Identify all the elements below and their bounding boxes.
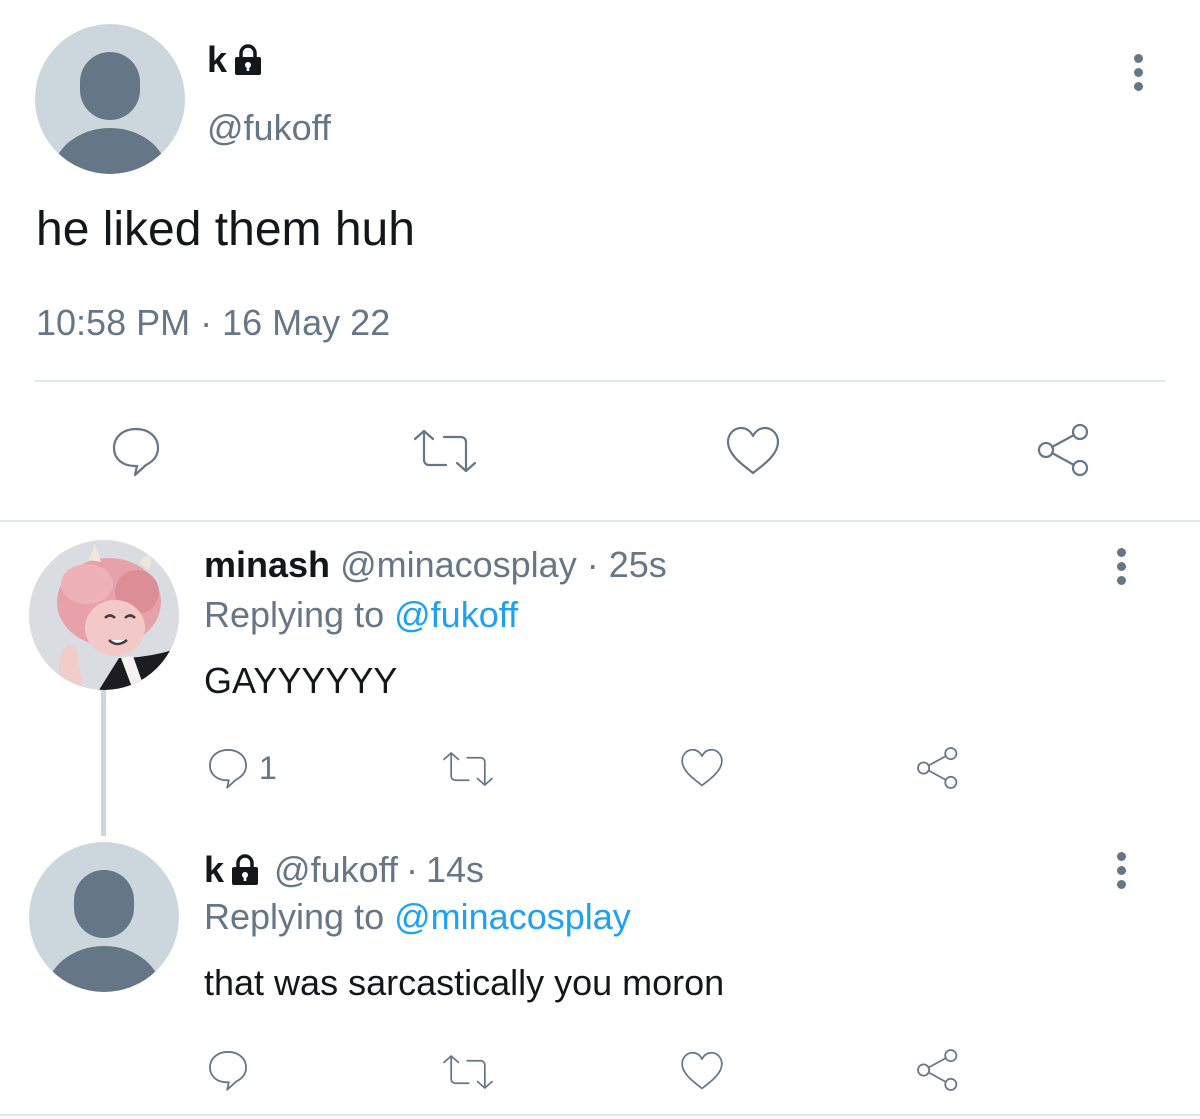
separator: · xyxy=(200,302,213,343)
display-name[interactable]: k xyxy=(204,849,224,891)
default-avatar-icon xyxy=(52,52,168,174)
retweet-icon[interactable] xyxy=(440,749,496,789)
lock-icon xyxy=(233,44,263,76)
display-name[interactable]: minash xyxy=(204,544,330,585)
replying-to-label: Replying to xyxy=(204,896,385,937)
tweet-date: 16 May 22 xyxy=(222,302,391,343)
replying-to-label: Replying to xyxy=(204,594,385,635)
reply-icon xyxy=(205,745,251,791)
divider xyxy=(35,380,1165,382)
retweet-icon[interactable] xyxy=(410,426,480,476)
username[interactable]: @fukoff xyxy=(207,108,331,148)
share-icon[interactable] xyxy=(914,744,962,792)
avatar[interactable] xyxy=(29,842,179,992)
share-icon[interactable] xyxy=(914,1046,962,1094)
reply-button[interactable]: 1 xyxy=(205,745,277,791)
more-options-button[interactable] xyxy=(1117,852,1126,890)
thread-line xyxy=(101,690,106,836)
tweet-text: he liked them huh xyxy=(36,203,415,256)
reply-icon[interactable] xyxy=(108,423,164,479)
section-divider xyxy=(0,520,1200,522)
anime-avatar-image xyxy=(29,540,179,690)
replying-to: Replying to @fukoff xyxy=(204,594,518,636)
share-icon[interactable] xyxy=(1034,420,1094,480)
reply-header: k @fukoff · 14s xyxy=(204,849,484,891)
reply-icon[interactable] xyxy=(205,1047,251,1093)
username[interactable]: @minacosplay xyxy=(340,544,577,585)
tweet-time: 10:58 PM xyxy=(36,302,191,343)
reply-timestamp[interactable]: 25s xyxy=(609,544,667,585)
tweet-text: GAYYYYYY xyxy=(204,660,398,701)
bottom-divider xyxy=(0,1114,1200,1116)
tweet-text: that was sarcastically you moron xyxy=(204,962,725,1003)
more-options-button[interactable] xyxy=(1117,548,1126,586)
replying-to: Replying to @minacosplay xyxy=(204,896,631,938)
username[interactable]: @fukoff xyxy=(274,849,398,891)
lock-icon xyxy=(230,854,260,886)
more-options-button[interactable] xyxy=(1134,54,1143,92)
display-name[interactable]: k xyxy=(207,40,227,80)
like-icon[interactable] xyxy=(724,425,782,477)
like-icon[interactable] xyxy=(679,747,725,789)
reply-header: minash @minacosplay · 25s xyxy=(204,544,667,586)
avatar[interactable] xyxy=(35,24,185,174)
mention-link[interactable]: @fukoff xyxy=(394,594,518,635)
default-avatar-icon xyxy=(46,870,162,992)
mention-link[interactable]: @minacosplay xyxy=(394,896,631,937)
like-icon[interactable] xyxy=(679,1050,725,1092)
separator: · xyxy=(405,849,418,890)
avatar[interactable] xyxy=(29,540,179,690)
tweet-timestamp[interactable]: 10:58 PM · 16 May 22 xyxy=(36,302,390,344)
retweet-icon[interactable] xyxy=(440,1052,496,1092)
separator: · xyxy=(586,544,599,585)
reply-count: 1 xyxy=(259,749,277,786)
reply-timestamp[interactable]: 14s xyxy=(426,849,484,891)
